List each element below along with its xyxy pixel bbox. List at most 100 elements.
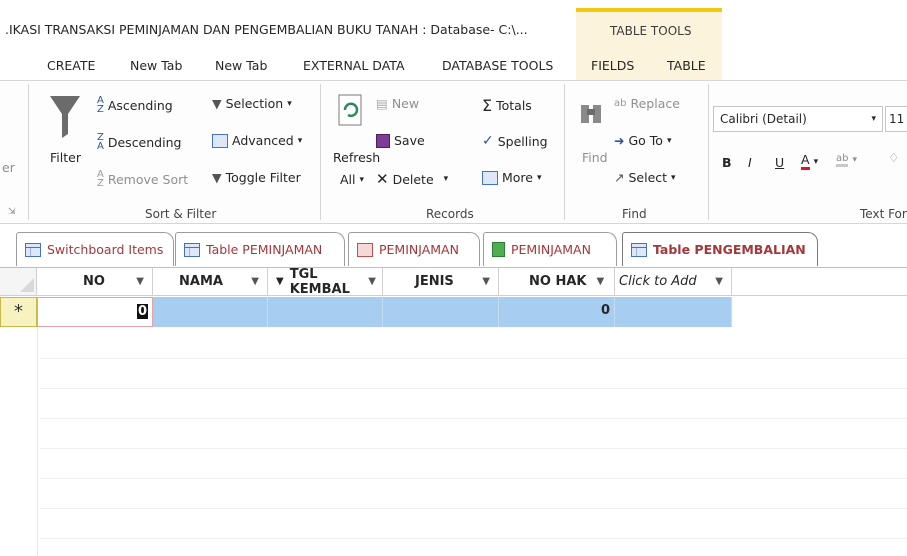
group-separator [564, 84, 565, 220]
cursor-icon: ↗ [614, 170, 625, 185]
font-name-select[interactable]: Calibri (Detail) ▾ [713, 106, 883, 132]
refresh-all-button[interactable]: All ▾ [340, 172, 364, 187]
binoculars-icon[interactable] [578, 97, 604, 134]
tab-table[interactable]: TABLE [667, 58, 706, 73]
chevron-down-icon[interactable]: ▼ [368, 276, 376, 287]
chevron-down-icon[interactable]: ▼ [251, 276, 259, 287]
toggle-filter-icon: ▼ [212, 170, 222, 185]
arrow-right-icon: ➜ [614, 133, 625, 148]
chevron-down-icon: ▾ [813, 156, 819, 167]
chevron-down-icon[interactable]: ▼ [136, 276, 144, 287]
chevron-down-icon: ▾ [537, 172, 542, 183]
find-button[interactable]: Find [582, 150, 608, 165]
spelling-button[interactable]: ✓ Spelling [482, 133, 548, 149]
highlight-icon[interactable]: ab ▾ [836, 153, 857, 167]
sort-descending-icon: ZA [97, 132, 104, 152]
goto-button[interactable]: ➜ Go To ▾ [614, 133, 671, 148]
table-icon [25, 242, 41, 257]
save-icon [376, 133, 390, 148]
column-header-no[interactable]: NO ▼ [37, 268, 153, 296]
new-record-button[interactable]: ▤ New [376, 96, 419, 111]
sort-ascending-icon: AZ [97, 95, 104, 115]
chevron-down-icon: ▾ [871, 114, 876, 124]
totals-button[interactable]: Σ Totals [482, 96, 532, 115]
selection-button[interactable]: ▼ Selection ▾ [212, 96, 292, 111]
doc-tab-switchboard-items[interactable]: Switchboard Items [16, 232, 174, 266]
refresh-button[interactable]: Refresh [333, 150, 380, 165]
more-button[interactable]: More ▾ [482, 170, 542, 185]
filter-funnel-icon[interactable] [48, 94, 82, 143]
filter-button[interactable]: Filter [50, 150, 81, 165]
grid-line [40, 478, 907, 479]
chevron-down-icon[interactable]: ▼ [276, 276, 284, 287]
chevron-down-icon[interactable]: ▼ [715, 276, 723, 287]
grid-line [37, 327, 38, 556]
group-label-records: Records [426, 207, 474, 221]
doc-tab-peminjaman-report[interactable]: PEMINJAMAN [483, 232, 617, 266]
toggle-filter-button[interactable]: ▼ Toggle Filter [212, 170, 301, 185]
table-icon [184, 242, 200, 257]
dialog-launcher-icon[interactable]: ⇲ [8, 207, 16, 217]
column-header-click-to-add[interactable]: Click to Add ▼ [615, 268, 732, 296]
column-header-tgl-kembal[interactable]: ▼ TGL KEMBAL ▼ [268, 267, 383, 297]
replace-button[interactable]: ab Replace [614, 96, 680, 111]
grid-line [40, 418, 907, 419]
grid-line [40, 358, 907, 359]
group-separator [708, 84, 709, 220]
spelling-icon: ✓ [482, 133, 494, 149]
totals-icon: Σ [482, 96, 493, 115]
tab-external-data[interactable]: EXTERNAL DATA [303, 58, 405, 73]
select-all-corner[interactable] [0, 268, 37, 296]
chevron-down-icon[interactable]: ▼ [482, 276, 490, 287]
grid-line [40, 448, 907, 449]
font-color-button[interactable]: A ▾ [801, 153, 818, 170]
advanced-filter-icon [212, 133, 228, 148]
new-row-selector[interactable]: * [0, 297, 37, 327]
doc-tab-peminjaman-form[interactable]: PEMINJAMAN [348, 232, 480, 266]
fill-color-icon[interactable]: ♢ [888, 150, 899, 165]
underline-button[interactable]: U [775, 155, 784, 170]
column-header-jenis[interactable]: JENIS ▼ [383, 268, 499, 296]
chevron-down-icon: ▾ [671, 172, 676, 183]
group-label-find: Find [622, 207, 647, 221]
tab-new-tab-1[interactable]: New Tab [130, 58, 182, 73]
remove-sort-icon: AZ [97, 169, 104, 189]
descending-button[interactable]: ZA Descending [97, 132, 181, 152]
column-header-nama[interactable]: NAMA ▼ [153, 268, 268, 296]
cell-no-hak-new[interactable]: 0 [499, 297, 615, 327]
column-header-no-hak[interactable]: NO HAK ▼ [499, 268, 615, 296]
bold-button[interactable]: B [722, 155, 732, 170]
report-icon [492, 242, 505, 257]
cell-click-to-add-new[interactable] [615, 297, 732, 327]
refresh-icon[interactable] [336, 93, 366, 138]
tab-new-tab-2[interactable]: New Tab [215, 58, 267, 73]
cell-no-new[interactable]: 0 [37, 297, 153, 327]
view-button-cut[interactable]: er [2, 160, 15, 175]
ascending-button[interactable]: AZ Ascending [97, 95, 173, 115]
delete-icon: ✕ [376, 170, 389, 188]
save-button[interactable]: Save [376, 133, 425, 148]
cell-jenis-new[interactable] [383, 297, 499, 327]
remove-sort-button[interactable]: AZ Remove Sort [97, 169, 188, 189]
doc-tab-table-peminjaman[interactable]: Table PEMINJAMAN [175, 232, 345, 266]
tab-fields[interactable]: FIELDS [591, 58, 634, 73]
more-icon [482, 170, 498, 185]
chevron-down-icon: ▾ [666, 135, 672, 146]
font-size-select[interactable]: 11 [885, 106, 907, 132]
tab-database-tools[interactable]: DATABASE TOOLS [442, 58, 553, 73]
tab-create[interactable]: CREATE [47, 58, 95, 73]
delete-button[interactable]: ✕ Delete ▾ [376, 170, 448, 188]
doc-tab-table-pengembalian[interactable]: Table PENGEMBALIAN [622, 232, 818, 266]
form-icon [357, 242, 373, 257]
italic-button[interactable]: I [748, 155, 752, 170]
advanced-button[interactable]: Advanced ▾ [212, 133, 302, 148]
chevron-down-icon: ▾ [359, 174, 365, 185]
chevron-down-icon[interactable]: ▼ [596, 276, 604, 287]
group-label-sort-filter: Sort & Filter [145, 207, 217, 221]
group-separator [28, 84, 29, 220]
table-icon [631, 242, 647, 257]
select-button[interactable]: ↗ Select ▾ [614, 170, 676, 185]
cell-nama-new[interactable] [153, 297, 268, 327]
cell-tgl-kembal-new[interactable] [268, 297, 383, 327]
chevron-down-icon: ▾ [443, 174, 449, 184]
